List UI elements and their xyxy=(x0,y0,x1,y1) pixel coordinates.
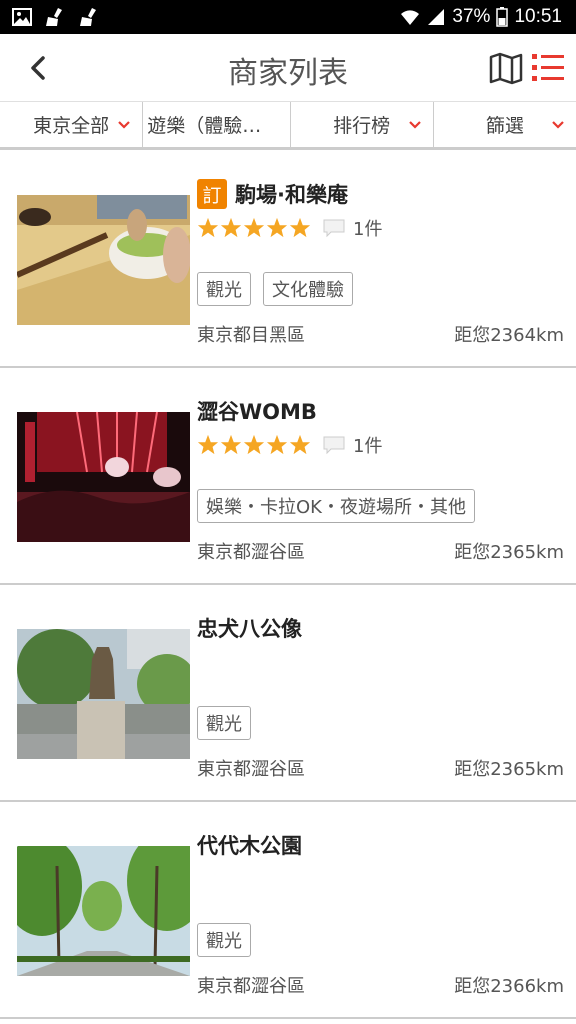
distance: 距您2364km xyxy=(454,325,564,346)
clock: 10:51 xyxy=(514,6,562,27)
category-tag: 娛樂・卡拉OK・夜遊場所・其他 xyxy=(197,489,475,523)
shop-name-text: 忠犬八公像 xyxy=(197,617,302,641)
shop-name[interactable]: 澀谷WOMB xyxy=(197,396,317,426)
filter-refine-label: 篩選 xyxy=(485,115,524,137)
chevron-down-icon xyxy=(552,121,564,129)
battery-percent: 37% xyxy=(452,6,491,27)
rating-row: 1件 xyxy=(197,215,382,241)
category-tag: 觀光 xyxy=(197,923,251,957)
comment-icon xyxy=(323,219,345,238)
star-icon xyxy=(220,217,242,238)
star-icon xyxy=(243,217,265,238)
star-rating xyxy=(197,434,311,456)
comment-count-text: 1件 xyxy=(353,436,383,457)
location: 東京都澀谷區 xyxy=(197,759,305,780)
tag-list: 觀光 xyxy=(197,706,251,740)
distance: 距您2366km xyxy=(454,976,564,997)
notification-icons xyxy=(12,7,100,27)
chevron-down-icon xyxy=(408,121,421,129)
filter-category-label: 遊樂（體驗… xyxy=(147,115,262,137)
category-tag: 觀光 xyxy=(197,272,251,306)
reservation-badge: 訂 xyxy=(197,179,227,209)
star-icon xyxy=(289,217,311,238)
tag-list: 觀光 文化體驗 xyxy=(197,272,353,306)
location: 東京都澀谷區 xyxy=(197,976,305,997)
star-icon xyxy=(243,434,265,455)
filter-bar: 東京全部 遊樂（體驗… 排行榜 篩選 xyxy=(0,102,576,150)
signal-icon xyxy=(428,9,445,25)
shop-name-text: 澀谷WOMB xyxy=(197,400,317,424)
filter-area-label: 東京全部 xyxy=(33,115,110,137)
comment-count: 1件 xyxy=(323,215,382,241)
list-view-button[interactable] xyxy=(530,50,566,86)
list-item[interactable]: 代代木公園 觀光 東京都澀谷區 距您2366km xyxy=(0,802,576,1019)
location: 東京都目黑區 xyxy=(197,325,305,346)
shop-name[interactable]: 訂 駒場·和樂庵 xyxy=(197,179,348,209)
filter-ranking-label: 排行榜 xyxy=(333,115,391,137)
shop-thumbnail xyxy=(17,629,190,759)
star-icon xyxy=(197,434,219,455)
shop-thumbnail xyxy=(17,846,190,976)
list-item[interactable]: 忠犬八公像 觀光 東京都澀谷區 距您2365km xyxy=(0,585,576,802)
map-icon xyxy=(489,52,523,85)
star-icon xyxy=(220,434,242,455)
filter-refine[interactable]: 篩選 xyxy=(434,102,576,147)
category-tag: 文化體驗 xyxy=(263,272,353,306)
battery-icon xyxy=(496,7,509,27)
gallery-icon xyxy=(12,8,32,26)
wifi-icon xyxy=(401,10,420,25)
list-item[interactable]: 澀谷WOMB 1件 娛樂・卡拉OK・夜遊場所・其他 東京都澀谷區 距您2365k… xyxy=(0,368,576,585)
list-item[interactable]: 訂 駒場·和樂庵 1件 觀光 文化體驗 東京都目黑區 距您2364km xyxy=(0,151,576,368)
shop-name-text: 代代木公園 xyxy=(197,834,302,858)
rating-row: 1件 xyxy=(197,432,382,458)
star-icon xyxy=(266,217,288,238)
app-header: 商家列表 xyxy=(0,34,576,102)
shop-thumbnail xyxy=(17,195,190,325)
star-icon xyxy=(266,434,288,455)
filter-ranking[interactable]: 排行榜 xyxy=(291,102,434,147)
distance: 距您2365km xyxy=(454,759,564,780)
map-view-button[interactable] xyxy=(488,50,524,86)
shop-name[interactable]: 代代木公園 xyxy=(197,830,302,860)
location: 東京都澀谷區 xyxy=(197,542,305,563)
comment-icon xyxy=(323,436,345,455)
list-icon xyxy=(532,54,564,81)
distance: 距您2365km xyxy=(454,542,564,563)
shop-list: 訂 駒場·和樂庵 1件 觀光 文化體驗 東京都目黑區 距您2364km 澀谷WO… xyxy=(0,151,576,1019)
star-icon xyxy=(197,217,219,238)
status-bar: 37% 10:51 xyxy=(0,0,576,34)
filter-area[interactable]: 東京全部 xyxy=(0,102,144,147)
shop-thumbnail xyxy=(17,412,190,542)
shop-name-text: 駒場·和樂庵 xyxy=(235,183,348,207)
clean-icon xyxy=(46,8,62,26)
filter-category[interactable]: 遊樂（體驗… xyxy=(143,102,291,147)
tag-list: 觀光 xyxy=(197,923,251,957)
shop-name[interactable]: 忠犬八公像 xyxy=(197,613,302,643)
chevron-down-icon xyxy=(118,121,131,129)
star-rating xyxy=(197,217,311,239)
comment-count: 1件 xyxy=(323,432,382,458)
category-tag: 觀光 xyxy=(197,706,251,740)
star-icon xyxy=(289,434,311,455)
comment-count-text: 1件 xyxy=(353,219,383,240)
tag-list: 娛樂・卡拉OK・夜遊場所・其他 xyxy=(197,489,475,523)
clean-icon-2 xyxy=(80,8,96,26)
